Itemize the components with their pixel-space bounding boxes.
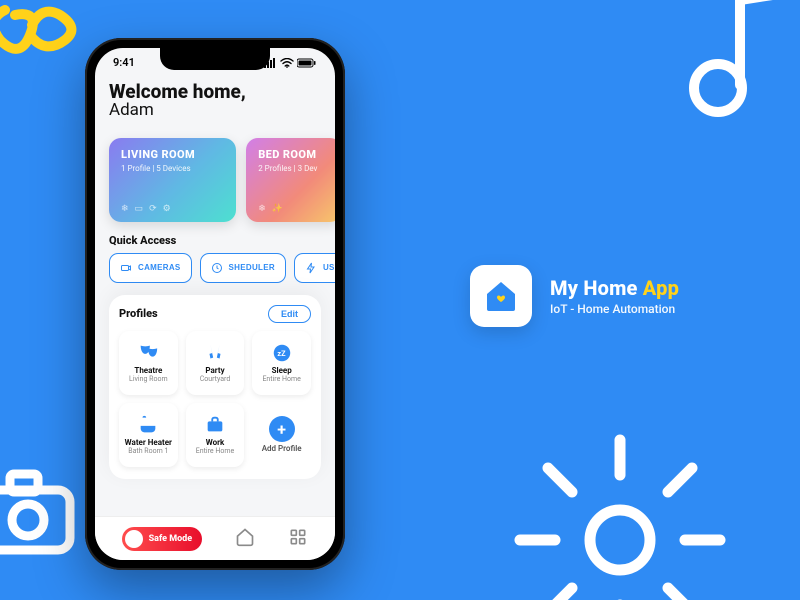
- room-title: BED ROOM: [258, 148, 329, 161]
- camera-doodle-icon: [0, 460, 85, 570]
- profile-tile-theatre[interactable]: Theatre Living Room: [119, 331, 178, 395]
- profile-name: Party: [205, 367, 224, 375]
- sleep-icon: zZ: [271, 342, 293, 364]
- quick-access-title: Quick Access: [109, 234, 321, 247]
- profiles-title: Profiles: [119, 307, 158, 320]
- profile-tile-party[interactable]: Party Courtyard: [186, 331, 245, 395]
- profile-location: Entire Home: [196, 448, 234, 455]
- profile-location: Courtyard: [200, 376, 231, 383]
- wifi-icon: [280, 58, 294, 68]
- tab-bar: Safe Mode: [95, 516, 335, 560]
- profile-tile-sleep[interactable]: zZ Sleep Entire Home: [252, 331, 311, 395]
- room-subtitle: 1 Profile | 5 Devices: [121, 164, 224, 173]
- app-icon: [470, 265, 532, 327]
- status-indicators: [264, 56, 317, 69]
- room-device-icons: ❄▭⟳⚙: [121, 204, 171, 214]
- status-time: 9:41: [113, 56, 135, 69]
- tab-home[interactable]: [235, 527, 255, 551]
- home-icon: [235, 527, 255, 547]
- profile-location: Entire Home: [262, 376, 300, 383]
- theatre-masks-icon: [137, 342, 159, 364]
- add-profile-label: Add Profile: [262, 445, 302, 453]
- edit-profiles-button[interactable]: Edit: [268, 305, 311, 323]
- briefcase-icon: [204, 414, 226, 436]
- phone-frame: 9:41 Welcome home, Adam LIVING ROOM 1 Pr…: [85, 38, 345, 570]
- plus-icon: +: [269, 416, 295, 442]
- room-subtitle: 2 Profiles | 3 Dev: [258, 164, 329, 173]
- add-profile-button[interactable]: + Add Profile: [252, 403, 311, 467]
- toggle-knob: [125, 530, 143, 548]
- safe-mode-label: Safe Mode: [149, 534, 193, 544]
- profiles-panel: Profiles Edit Theatre Living Room Party …: [109, 295, 321, 479]
- bathtub-icon: [137, 414, 159, 436]
- house-heart-icon: [482, 277, 520, 315]
- quick-scheduler-button[interactable]: SHEDULER: [200, 253, 286, 283]
- quick-label: SHEDULER: [229, 263, 275, 272]
- knot-icon: [0, 0, 90, 100]
- profile-name: Sleep: [272, 367, 292, 375]
- brand-block: My Home App IoT - Home Automation: [470, 265, 679, 327]
- profile-name: Work: [206, 439, 225, 447]
- main-content: Welcome home, Adam LIVING ROOM 1 Profile…: [95, 48, 335, 516]
- notch: [160, 48, 270, 70]
- cheers-icon: [204, 342, 226, 364]
- room-card-living-room[interactable]: LIVING ROOM 1 Profile | 5 Devices ❄▭⟳⚙: [109, 138, 236, 222]
- welcome-greeting: Welcome home,: [109, 82, 321, 102]
- rooms-carousel[interactable]: LIVING ROOM 1 Profile | 5 Devices ❄▭⟳⚙ B…: [109, 138, 321, 222]
- welcome-block: Welcome home, Adam: [109, 82, 321, 120]
- brand-title-accent: App: [643, 276, 679, 300]
- profile-location: Living Room: [129, 376, 168, 383]
- quick-cameras-button[interactable]: CAMERAS: [109, 253, 192, 283]
- bolt-icon: [305, 262, 317, 274]
- profile-location: Bath Room 1: [128, 448, 168, 455]
- safe-mode-toggle[interactable]: Safe Mode: [122, 527, 203, 551]
- profile-tile-work[interactable]: Work Entire Home: [186, 403, 245, 467]
- quick-access-section: Quick Access CAMERAS SHEDULER US: [109, 234, 321, 283]
- tab-grid[interactable]: [288, 527, 308, 551]
- room-title: LIVING ROOM: [121, 148, 224, 161]
- quick-usage-button[interactable]: US: [294, 253, 335, 283]
- screen: 9:41 Welcome home, Adam LIVING ROOM 1 Pr…: [95, 48, 335, 560]
- camera-icon: [120, 262, 132, 274]
- room-device-icons: ❄✨: [258, 204, 283, 214]
- battery-icon: [297, 58, 317, 68]
- svg-text:zZ: zZ: [277, 349, 286, 358]
- quick-label: CAMERAS: [138, 263, 181, 272]
- quick-label: US: [323, 263, 335, 272]
- profile-name: Water Heater: [125, 439, 172, 447]
- clock-icon: [211, 262, 223, 274]
- music-note-icon: [640, 0, 800, 150]
- profile-name: Theatre: [134, 367, 162, 375]
- brand-subtitle: IoT - Home Automation: [550, 302, 679, 316]
- profile-tile-water-heater[interactable]: Water Heater Bath Room 1: [119, 403, 178, 467]
- grid-icon: [288, 527, 308, 547]
- brand-title: My Home App: [550, 276, 679, 300]
- brand-title-main: My Home: [550, 276, 643, 300]
- sun-icon: [500, 420, 740, 600]
- room-card-bed-room[interactable]: BED ROOM 2 Profiles | 3 Dev ❄✨: [246, 138, 335, 222]
